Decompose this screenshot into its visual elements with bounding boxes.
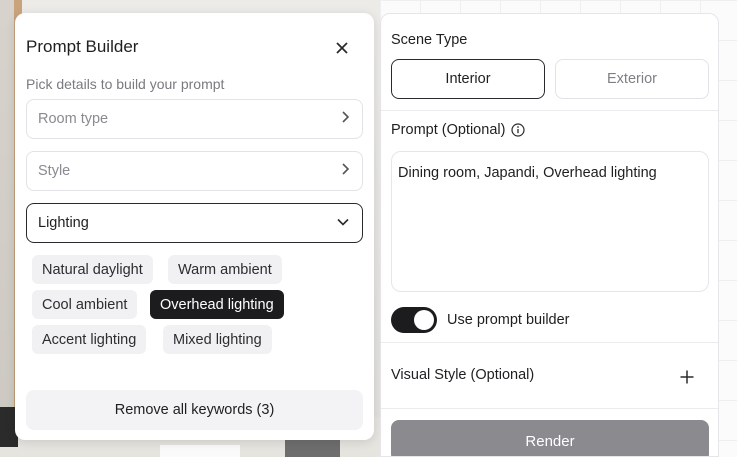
field-room-type[interactable]: Room type <box>26 99 363 139</box>
info-icon[interactable] <box>511 123 526 137</box>
settings-panel: Scene Type Interior Exterior Prompt (Opt… <box>380 13 719 457</box>
chevron-down-icon <box>336 215 350 231</box>
field-style-label: Style <box>38 163 71 179</box>
chevron-right-icon <box>340 162 350 180</box>
field-lighting[interactable]: Lighting <box>26 203 363 243</box>
close-icon[interactable] <box>331 37 353 59</box>
prompt-builder-subtitle: Pick details to build your prompt <box>26 76 225 92</box>
field-style[interactable]: Style <box>26 151 363 191</box>
field-room-type-label: Room type <box>38 111 109 127</box>
chip-mixed-lighting[interactable]: Mixed lighting <box>163 325 272 354</box>
scene-option-interior[interactable]: Interior <box>391 59 545 99</box>
divider <box>381 408 718 409</box>
chip-accent-lighting[interactable]: Accent lighting <box>32 325 147 354</box>
prompt-textarea[interactable]: Dining room, Japandi, Overhead lighting <box>391 151 709 292</box>
plus-icon[interactable] <box>676 366 698 388</box>
chip-overhead-lighting[interactable]: Overhead lighting <box>150 290 284 319</box>
prompt-builder-card: Prompt Builder Pick details to build you… <box>15 13 374 440</box>
toggle-knob <box>414 310 434 330</box>
prompt-builder-title: Prompt Builder <box>26 37 139 56</box>
chip-cool-ambient[interactable]: Cool ambient <box>32 290 138 319</box>
field-lighting-label: Lighting <box>38 215 89 231</box>
scene-option-exterior[interactable]: Exterior <box>555 59 709 99</box>
use-prompt-builder-toggle[interactable] <box>391 307 437 333</box>
remove-all-keywords-button[interactable]: Remove all keywords (3) <box>26 390 363 430</box>
divider <box>381 110 718 111</box>
chip-natural-daylight[interactable]: Natural daylight <box>32 255 153 284</box>
scene-type-label: Scene Type <box>391 32 468 48</box>
chevron-right-icon <box>340 110 350 128</box>
prompt-label-row: Prompt (Optional) <box>391 122 526 138</box>
use-prompt-builder-label: Use prompt builder <box>447 312 570 328</box>
render-button[interactable]: Render <box>391 420 709 456</box>
background-surface <box>160 445 240 457</box>
visual-style-label: Visual Style (Optional) <box>391 367 535 383</box>
chip-warm-ambient[interactable]: Warm ambient <box>168 255 282 284</box>
divider <box>381 342 718 343</box>
prompt-label: Prompt (Optional) <box>391 122 506 138</box>
